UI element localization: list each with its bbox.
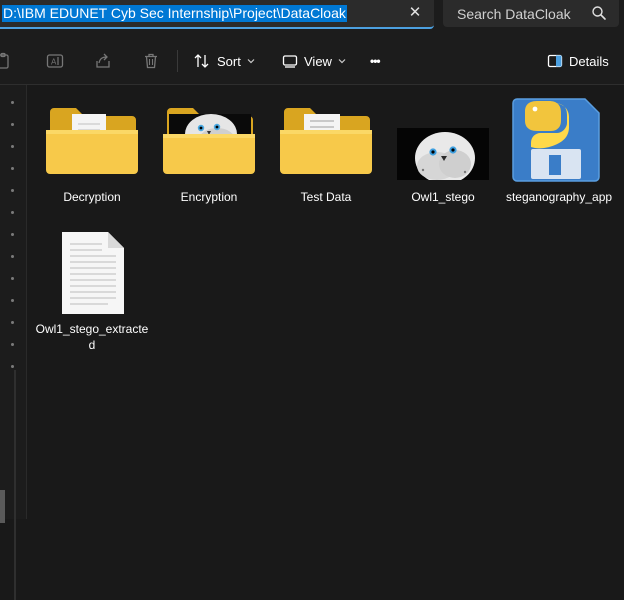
view-label: View xyxy=(304,53,332,69)
nav-node[interactable] xyxy=(11,233,14,236)
tree-line xyxy=(14,370,16,600)
toolbar-divider xyxy=(177,50,178,72)
nav-node[interactable] xyxy=(11,211,14,214)
folder-item-decryption[interactable]: Decryption xyxy=(42,100,142,210)
folder-item-test-data[interactable]: Test Data xyxy=(276,100,376,210)
delete-icon[interactable] xyxy=(142,52,160,70)
nav-node[interactable] xyxy=(11,145,14,148)
chevron-down-icon xyxy=(247,59,255,64)
search-placeholder[interactable]: Search DataCloak xyxy=(457,6,571,22)
folder-with-image-icon xyxy=(163,108,255,174)
sort-icon xyxy=(194,54,209,68)
navigation-pane[interactable] xyxy=(0,85,27,600)
details-label: Details xyxy=(569,53,609,69)
view-button[interactable]: View xyxy=(282,46,346,76)
nav-node[interactable] xyxy=(11,123,14,126)
svg-text:A: A xyxy=(51,58,57,67)
folder-item-encryption[interactable]: Encryption xyxy=(159,100,259,210)
share-icon[interactable] xyxy=(94,52,112,70)
more-icon: ••• xyxy=(370,54,381,68)
more-options-button[interactable]: ••• xyxy=(370,46,381,76)
address-path[interactable]: D:\IBM EDUNET Cyb Sec Internship\Project… xyxy=(2,5,347,22)
nav-node[interactable] xyxy=(11,365,14,368)
details-pane-icon xyxy=(547,54,563,68)
sort-label: Sort xyxy=(217,53,241,69)
file-name: Test Data xyxy=(300,190,352,204)
folder-icon xyxy=(46,108,138,174)
nav-node[interactable] xyxy=(11,321,14,324)
nav-node[interactable] xyxy=(11,101,14,104)
search-icon[interactable] xyxy=(591,5,607,21)
file-name: Owl1_stego_extracted xyxy=(35,322,149,352)
file-name: Owl1_stego xyxy=(411,190,475,204)
python-file-icon xyxy=(512,98,600,182)
nav-node[interactable] xyxy=(11,343,14,346)
file-name: steganography_app xyxy=(505,190,613,204)
file-list: Decryption Encryption Test Data Owl1_ste… xyxy=(27,85,624,519)
close-icon[interactable]: ✕ xyxy=(407,4,423,22)
nav-node[interactable] xyxy=(11,189,14,192)
command-bar: A Sort View ••• Details xyxy=(0,38,624,85)
image-thumbnail-icon xyxy=(397,128,489,184)
rename-icon[interactable]: A xyxy=(46,52,64,70)
details-button[interactable]: Details xyxy=(547,46,609,76)
top-bar: D:\IBM EDUNET Cyb Sec Internship\Project… xyxy=(0,0,624,38)
sort-button[interactable]: Sort xyxy=(193,46,255,76)
text-file-owl1-stego-extracted[interactable]: Owl1_stego_extracted xyxy=(36,228,148,358)
address-bar[interactable]: D:\IBM EDUNET Cyb Sec Internship\Project… xyxy=(0,0,434,29)
view-icon xyxy=(282,55,298,68)
nav-node[interactable] xyxy=(11,277,14,280)
search-box[interactable]: Search DataCloak xyxy=(443,0,619,27)
python-file-steganography-app[interactable]: steganography_app xyxy=(506,93,612,233)
nav-node[interactable] xyxy=(11,255,14,258)
file-name: Encryption xyxy=(180,190,238,204)
paste-icon[interactable] xyxy=(0,52,14,70)
nav-node[interactable] xyxy=(11,299,14,302)
text-file-icon xyxy=(62,232,124,314)
image-item-owl1-stego[interactable]: Owl1_stego xyxy=(393,100,493,210)
nav-node[interactable] xyxy=(11,167,14,170)
nav-scrollbar[interactable] xyxy=(0,490,5,523)
file-name: Decryption xyxy=(63,190,121,204)
folder-icon xyxy=(280,108,372,174)
chevron-down-icon xyxy=(338,59,346,64)
